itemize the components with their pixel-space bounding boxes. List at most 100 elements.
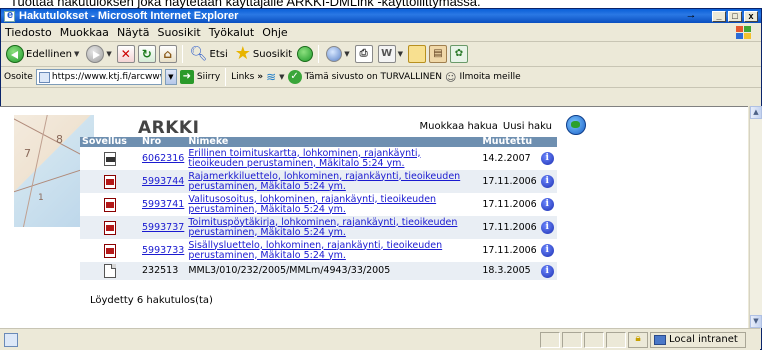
back-button[interactable]: Edellinen ▼ — [4, 43, 81, 65]
refresh-button[interactable]: ↻ — [137, 45, 156, 63]
number-cell: 5993741 — [140, 193, 187, 216]
document-title-link[interactable]: Erillinen toimituskartta, lohkominen, ra… — [188, 148, 420, 169]
app-cell — [80, 239, 140, 262]
column-header-muutettu[interactable]: Muutettu — [480, 137, 539, 147]
standard-toolbar: Edellinen ▼ ▼ ✕ ↻ ⌂ 🔍︎ Etsi ★ Suosikit ▼… — [1, 42, 761, 67]
arrow-icon[interactable]: → — [684, 9, 698, 22]
back-dropdown-icon[interactable]: ▼ — [74, 50, 79, 58]
connection-dropdown-icon[interactable]: ▼ — [279, 73, 284, 81]
menu-suosikit[interactable]: Suosikit — [157, 26, 200, 39]
menu-ohje[interactable]: Ohje — [262, 26, 287, 39]
info-icon[interactable]: i — [540, 198, 554, 211]
new-search-link[interactable]: Uusi haku — [503, 121, 552, 132]
table-row: 5993737 Toimituspöytäkirja, lohkominen, … — [80, 216, 557, 239]
forward-button[interactable]: ▼ — [84, 43, 113, 65]
pdf-document-icon[interactable] — [104, 197, 116, 212]
address-dropdown-icon[interactable]: ▼ — [164, 69, 177, 85]
document-title: MML3/010/232/2005/MMLm/4943/33/2005 — [186, 262, 481, 280]
menu-tiedosto[interactable]: Tiedosto — [5, 26, 52, 39]
favorites-label: Suosikit — [252, 48, 293, 60]
go-button[interactable]: Siirry — [197, 72, 220, 82]
messenger-icon[interactable]: ✿ — [450, 45, 468, 63]
document-title-link[interactable]: Sisällysluettelo, lohkominen, rajankäynt… — [188, 240, 442, 261]
go-arrow-icon[interactable]: ➜ — [179, 70, 194, 84]
search-label: Etsi — [209, 48, 228, 60]
security-zone[interactable]: Local intranet — [650, 331, 746, 348]
info-icon[interactable]: i — [540, 221, 554, 234]
address-url[interactable]: https://www.ktj.fi/arcwww — [52, 72, 161, 82]
document-number-link[interactable]: 5993741 — [142, 199, 184, 210]
number-cell: 5993744 — [140, 170, 187, 193]
edit-search-link[interactable]: Muokkaa hakua — [420, 121, 498, 132]
document-title-link[interactable]: Toimituspöytäkirja, lohkominen, rajankäy… — [188, 217, 457, 238]
modified-date: 17.11.2006 — [480, 216, 539, 239]
vertical-scrollbar[interactable]: ▲ ▼ — [749, 106, 762, 328]
edit-button[interactable]: W ▼ — [376, 43, 405, 65]
document-number-link[interactable]: 5993733 — [142, 245, 184, 256]
close-button[interactable]: x — [744, 10, 758, 22]
media-icon[interactable] — [297, 46, 314, 62]
search-button[interactable]: 🔍︎ Etsi — [188, 43, 230, 65]
links-button[interactable]: Links — [231, 72, 254, 82]
info-icon[interactable]: i — [540, 244, 554, 257]
top-links: Muokkaa hakua Uusi haku — [420, 121, 552, 132]
chevron-right-icon[interactable]: » — [257, 72, 263, 82]
status-cell — [584, 331, 604, 348]
notify-link[interactable]: Ilmoita meille — [459, 72, 520, 82]
research-icon[interactable]: ▤ — [429, 45, 447, 63]
menu-tyokalut[interactable]: Työkalut — [209, 26, 255, 39]
modified-date: 17.11.2006 — [480, 193, 539, 216]
info-icon[interactable]: i — [540, 264, 554, 278]
folder-icon[interactable] — [408, 45, 426, 63]
column-header-nimeke[interactable]: Nimeke — [186, 137, 481, 147]
info-icon[interactable]: i — [540, 175, 554, 188]
document-title-link[interactable]: Valitusosoitus, lohkominen, rajankäynti,… — [188, 194, 436, 215]
results-table: Sovellus Nro Nimeke Muutettu 6062316 Eri… — [80, 137, 557, 280]
globe-icon[interactable] — [566, 115, 586, 135]
stop-button[interactable]: ✕ — [116, 45, 135, 63]
info-icon[interactable]: i — [540, 152, 554, 165]
table-row: 6062316 Erillinen toimituskartta, lohkom… — [80, 147, 557, 170]
security-status-text[interactable]: Tämä sivusto on TURVALLINEN — [305, 72, 442, 82]
pdf-document-icon[interactable] — [104, 174, 116, 189]
document-number-link[interactable]: 6062316 — [142, 153, 184, 164]
mail-dropdown-icon[interactable]: ▼ — [344, 50, 349, 58]
info-cell: i — [538, 147, 557, 170]
column-header-sovellus[interactable]: Sovellus — [80, 137, 140, 147]
mail-button[interactable]: ▼ — [324, 43, 351, 65]
document-title-link[interactable]: Rajamerkkiluettelo, lohkominen, rajankäy… — [188, 171, 460, 192]
modified-date: 14.2.2007 — [480, 147, 539, 170]
window-controls: → _ □ x — [684, 9, 761, 22]
number-cell: 6062316 — [140, 147, 187, 170]
forward-dropdown-icon[interactable]: ▼ — [106, 50, 111, 58]
scroll-down-icon[interactable]: ▼ — [750, 315, 762, 328]
back-label: Edellinen — [26, 48, 72, 60]
app-title: ARKKI — [138, 118, 200, 138]
table-row: 5993741 Valitusosoitus, lohkominen, raja… — [80, 193, 557, 216]
favorites-button[interactable]: ★ Suosikit — [233, 43, 294, 65]
pdf-document-icon[interactable] — [104, 220, 116, 235]
pdf-document-icon[interactable] — [104, 243, 116, 258]
print-icon[interactable]: ⎙ — [354, 45, 373, 63]
connection-icon[interactable]: ≋ — [266, 70, 276, 84]
map-label: 8 — [56, 133, 63, 146]
maximize-button[interactable]: □ — [728, 10, 742, 22]
menu-nayta[interactable]: Näytä — [117, 26, 150, 39]
page-content: 7 8 1 ARKKI Muokkaa hakua Uusi haku Sove… — [0, 106, 748, 328]
plain-document-icon[interactable] — [104, 264, 116, 278]
column-header-nro[interactable]: Nro — [140, 137, 187, 147]
edit-dropdown-icon[interactable]: ▼ — [398, 50, 403, 58]
resize-grip[interactable] — [746, 332, 760, 348]
document-number-link[interactable]: 5993744 — [142, 176, 184, 187]
jpg-document-icon[interactable] — [104, 151, 116, 166]
status-cell — [562, 331, 582, 348]
minimize-button[interactable]: _ — [712, 10, 726, 22]
address-field[interactable]: https://www.ktj.fi/arcwww — [35, 69, 162, 85]
lock-icon[interactable]: 🔒︎ — [628, 331, 648, 348]
scroll-up-icon[interactable]: ▲ — [750, 106, 762, 119]
title-cell: Valitusosoitus, lohkominen, rajankäynti,… — [186, 193, 481, 216]
document-number-link[interactable]: 5993737 — [142, 222, 184, 233]
number-cell: 5993737 — [140, 216, 187, 239]
menu-muokkaa[interactable]: Muokkaa — [60, 26, 109, 39]
home-button[interactable]: ⌂ — [158, 45, 177, 63]
